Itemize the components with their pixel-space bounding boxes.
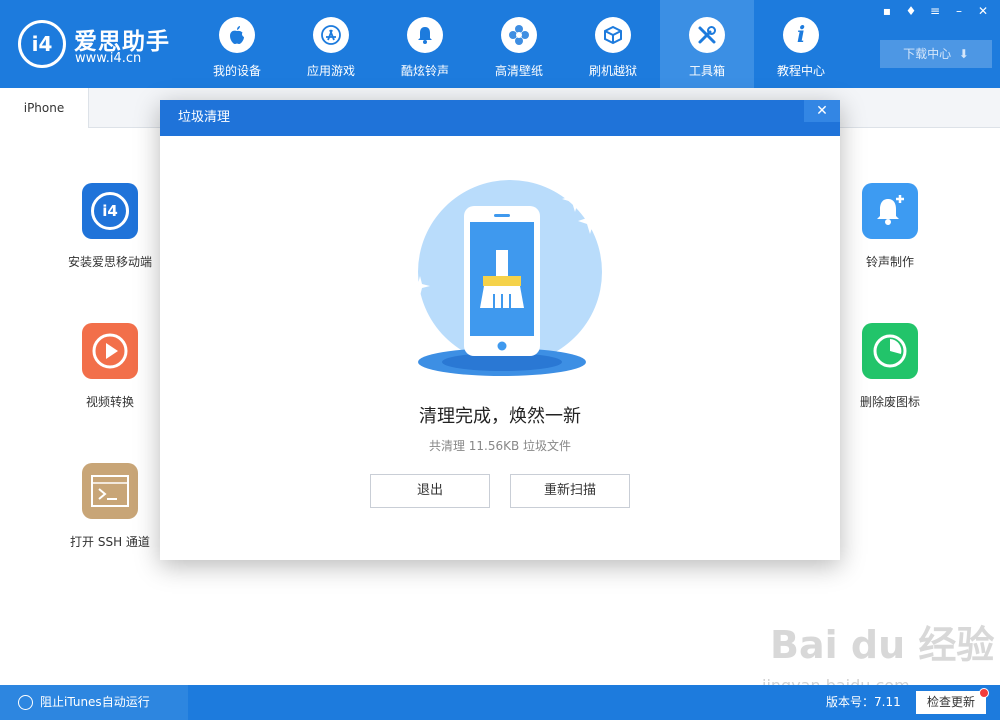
- download-icon: ⬇: [954, 47, 969, 61]
- logo-mark: i4: [18, 20, 66, 68]
- nav-tutorials[interactable]: i 教程中心: [754, 0, 848, 88]
- menu-icon[interactable]: ≡: [924, 2, 946, 20]
- tool-label: 铃声制作: [865, 255, 914, 269]
- nav-label: 酷炫铃声: [400, 64, 449, 78]
- version-label: 版本号：7.11: [826, 695, 901, 709]
- clean-illustration: [393, 180, 602, 376]
- app-store-icon: [313, 17, 349, 53]
- tool-ringtone-maker[interactable]: 铃声制作: [835, 183, 945, 270]
- exit-button[interactable]: 退出: [370, 474, 490, 508]
- tools-icon: [689, 17, 725, 53]
- nav-label: 教程中心: [776, 64, 825, 78]
- watermark-text: Bai du 经验: [770, 623, 995, 667]
- bell-plus-icon: [862, 183, 918, 239]
- nav-toolbox[interactable]: 工具箱: [660, 0, 754, 88]
- update-badge-dot: [979, 688, 989, 698]
- app-url: www.i4.cn: [75, 51, 142, 66]
- app-logo: i4 爱思助手 www.i4.cn: [18, 20, 169, 70]
- tool-video-convert[interactable]: 视频转换: [55, 323, 165, 410]
- i4-app-icon: i4: [82, 183, 138, 239]
- tool-label: 视频转换: [85, 395, 134, 409]
- rescan-button[interactable]: 重新扫描: [510, 474, 630, 508]
- dialog-title-bar: 垃圾清理 ✕: [160, 100, 840, 136]
- tool-label: 安装爱思移动端: [67, 255, 152, 269]
- sparkle-icon: [393, 252, 413, 272]
- download-center-label: 下载中心: [903, 47, 952, 61]
- main-nav: 我的设备 应用游戏 酷炫铃声 高清壁纸 刷机越狱 工具箱 i 教程中心: [190, 0, 848, 88]
- radio-circle-icon: [18, 695, 33, 710]
- play-icon: [82, 323, 138, 379]
- dialog-close-button[interactable]: ✕: [804, 100, 840, 122]
- pie-icon: [862, 323, 918, 379]
- apple-icon: [219, 17, 255, 53]
- flower-icon: [501, 17, 537, 53]
- nav-flash-jailbreak[interactable]: 刷机越狱: [566, 0, 660, 88]
- nav-wallpapers[interactable]: 高清壁纸: [472, 0, 566, 88]
- nav-label: 刷机越狱: [588, 64, 637, 78]
- nav-label: 高清壁纸: [494, 64, 543, 78]
- tool-label: 打开 SSH 通道: [70, 535, 150, 549]
- nav-label: 应用游戏: [306, 64, 355, 78]
- window-controls: ▪ ♦ ≡ – ✕: [876, 2, 994, 20]
- tool-open-ssh[interactable]: 打开 SSH 通道: [55, 463, 165, 550]
- junk-clean-dialog: 垃圾清理 ✕ 清理完成，焕然一新 共清理 11.56KB 垃圾文件 退出 重新扫…: [160, 100, 840, 560]
- box-icon: [595, 17, 631, 53]
- nav-my-device[interactable]: 我的设备: [190, 0, 284, 88]
- skin-icon[interactable]: ♦: [900, 2, 922, 20]
- feedback-icon[interactable]: ▪: [876, 2, 898, 20]
- tool-label: 删除废图标: [859, 395, 920, 409]
- block-itunes-toggle[interactable]: 阻止iTunes自动运行: [0, 685, 188, 720]
- baidu-watermark: Bai du 经验 jingyan.baidu.com: [762, 614, 994, 695]
- clean-done-title: 清理完成，焕然一新: [419, 406, 581, 427]
- dialog-title: 垃圾清理: [178, 110, 231, 125]
- download-center-button[interactable]: 下载中心 ⬇: [880, 40, 992, 68]
- close-icon[interactable]: ✕: [972, 2, 994, 20]
- nav-label: 我的设备: [212, 64, 261, 78]
- tab-iphone[interactable]: iPhone: [0, 88, 89, 128]
- terminal-icon: [82, 463, 138, 519]
- app-header: i4 爱思助手 www.i4.cn 我的设备 应用游戏 酷炫铃声 高清壁纸 刷机…: [0, 0, 1000, 88]
- status-bar: 阻止iTunes自动运行 版本号：7.11 检查更新: [0, 685, 1000, 720]
- tool-install-i4-mobile[interactable]: i4 安装爱思移动端: [55, 183, 165, 270]
- check-update-button[interactable]: 检查更新: [916, 691, 986, 714]
- clean-summary: 共清理 11.56KB 垃圾文件: [428, 439, 572, 453]
- bell-icon: [407, 17, 443, 53]
- nav-label: 工具箱: [688, 64, 725, 78]
- tool-delete-broken-icons[interactable]: 删除废图标: [835, 323, 945, 410]
- minimize-icon[interactable]: –: [948, 2, 970, 20]
- nav-ringtones[interactable]: 酷炫铃声: [378, 0, 472, 88]
- info-icon: i: [783, 17, 819, 53]
- block-itunes-label: 阻止iTunes自动运行: [40, 695, 150, 709]
- nav-apps-games[interactable]: 应用游戏: [284, 0, 378, 88]
